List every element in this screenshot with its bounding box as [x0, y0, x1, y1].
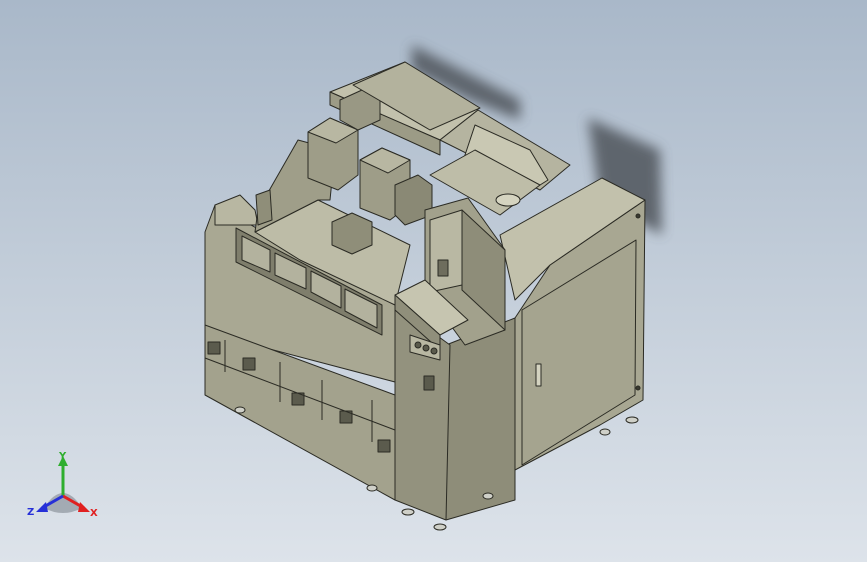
drawer-latch[interactable]: [207, 341, 221, 355]
x-axis-label: X: [90, 508, 98, 519]
control-button[interactable]: [414, 341, 422, 349]
y-axis-label: Y: [58, 451, 67, 462]
z-axis-label: Z: [27, 507, 34, 518]
door-hinge: [635, 213, 641, 219]
console-slot: [437, 259, 449, 277]
deck-port: [495, 193, 521, 207]
machine-model[interactable]: [204, 61, 646, 531]
drawer-latch[interactable]: [377, 439, 391, 453]
view-orientation-triad[interactable]: Y Z X: [27, 451, 98, 519]
mount-block: [331, 212, 373, 255]
model-scene[interactable]: Y Z X: [0, 0, 867, 562]
control-button[interactable]: [422, 344, 430, 352]
power-switch[interactable]: [423, 375, 435, 391]
control-button[interactable]: [430, 347, 438, 355]
post: [255, 189, 273, 226]
door-hinge: [635, 385, 641, 391]
right-cabinet-front: [445, 317, 516, 521]
corner-column: [394, 304, 451, 521]
left-side-wall: [214, 194, 259, 226]
drawer-latch[interactable]: [242, 357, 256, 371]
cad-viewport[interactable]: Y Z X: [0, 0, 867, 562]
z-axis-arrowhead: [36, 502, 48, 512]
x-axis-arrowhead: [78, 502, 90, 512]
door-handle[interactable]: [535, 363, 542, 387]
console-monitor-screen[interactable]: [429, 209, 463, 293]
